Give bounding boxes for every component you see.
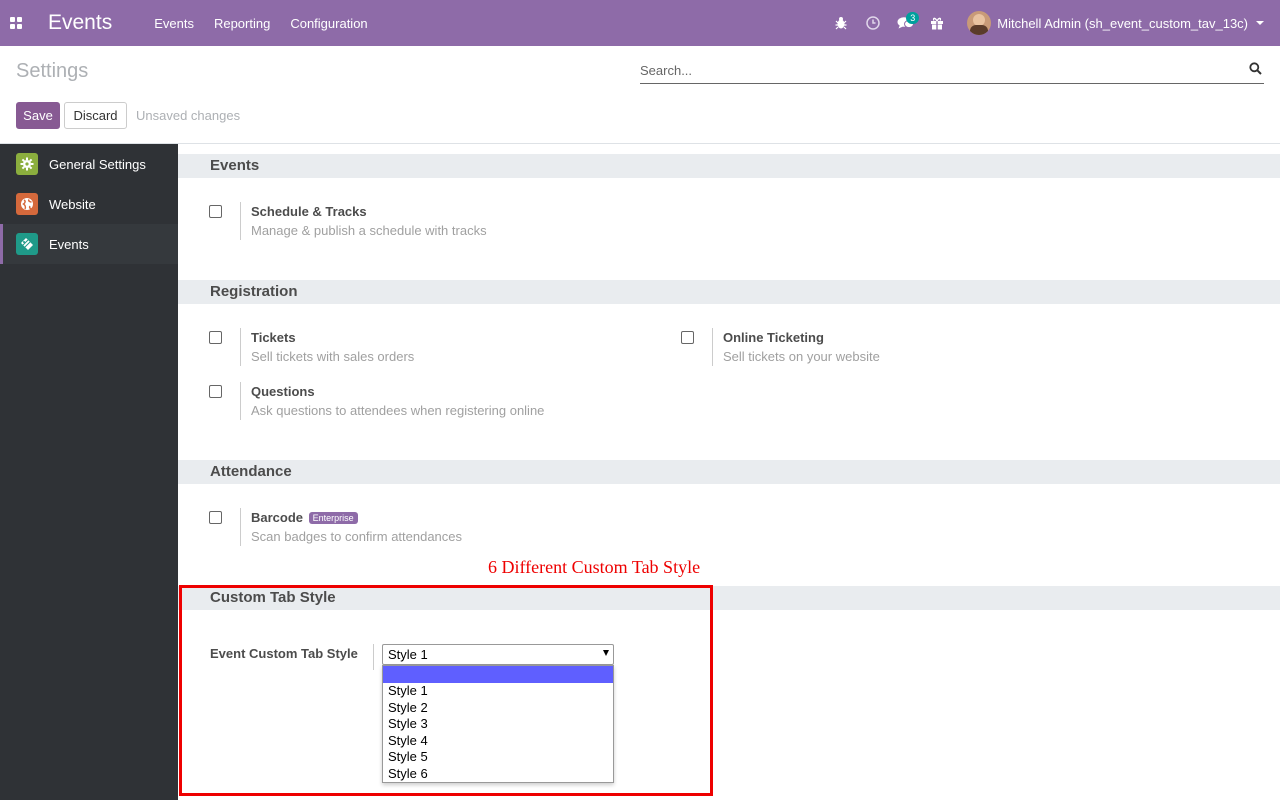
clock-icon[interactable]	[857, 0, 889, 46]
avatar	[967, 11, 992, 35]
barcode-desc: Scan badges to confirm attendances	[251, 529, 463, 544]
control-panel: Settings Search... Save Discard Unsaved …	[0, 46, 1280, 144]
questions-desc: Ask questions to attendees when register…	[251, 403, 545, 418]
menu-events[interactable]: Events	[144, 16, 204, 31]
enterprise-badge: Enterprise	[308, 512, 358, 524]
sidebar-item-website[interactable]: Website	[0, 184, 178, 224]
section-title-attendance: Attendance	[178, 460, 1280, 484]
bug-icon[interactable]	[825, 0, 857, 46]
online-ticketing-checkbox[interactable]	[681, 331, 694, 344]
save-button[interactable]: Save	[16, 102, 60, 129]
schedule-tracks-checkbox[interactable]	[209, 205, 222, 218]
questions-label: Questions	[251, 384, 315, 399]
schedule-tracks-desc: Manage & publish a schedule with tracks	[251, 223, 487, 238]
annotation-highlight-box	[179, 585, 713, 796]
sidebar-item-label: General Settings	[49, 156, 146, 172]
gear-icon	[16, 153, 38, 175]
sidebar-item-general-settings[interactable]: General Settings	[0, 144, 178, 184]
tickets-label: Tickets	[251, 330, 296, 345]
online-ticketing-desc: Sell tickets on your website	[723, 349, 880, 364]
barcode-label: Barcode	[251, 510, 304, 525]
user-name: Mitchell Admin (sh_event_custom_tav_13c)	[997, 15, 1248, 31]
section-title-events: Events	[178, 154, 1280, 178]
annotation-text: 6 Different Custom Tab Style	[488, 557, 701, 577]
divider	[240, 382, 241, 420]
menu-reporting[interactable]: Reporting	[204, 16, 280, 31]
divider	[712, 328, 713, 366]
search-placeholder: Search...	[640, 63, 693, 78]
globe-icon	[16, 193, 38, 215]
app-brand: Events	[48, 11, 113, 34]
messages-icon[interactable]: 3	[889, 0, 921, 46]
messages-count-badge: 3	[906, 12, 920, 24]
user-menu[interactable]: Mitchell Admin (sh_event_custom_tav_13c)	[967, 11, 1264, 35]
barcode-checkbox[interactable]	[209, 511, 222, 524]
menu-configuration[interactable]: Configuration	[280, 16, 377, 31]
schedule-tracks-label: Schedule & Tracks	[251, 204, 367, 219]
gift-icon[interactable]	[921, 0, 953, 46]
divider	[240, 508, 241, 546]
tickets-checkbox[interactable]	[209, 331, 222, 344]
settings-sidebar: General Settings Website Events	[0, 144, 178, 800]
sidebar-item-label: Events	[49, 236, 89, 252]
search-input[interactable]: Search...	[640, 58, 1264, 84]
unsaved-status: Unsaved changes	[136, 108, 241, 123]
section-title-registration: Registration	[178, 280, 1280, 304]
top-navbar: Events Events Reporting Configuration 3 …	[0, 0, 1280, 46]
chevron-down-icon	[1256, 21, 1264, 25]
page-title: Settings	[16, 60, 89, 82]
divider	[240, 202, 241, 240]
apps-menu-icon[interactable]	[0, 0, 32, 46]
divider	[240, 328, 241, 366]
discard-button[interactable]: Discard	[64, 102, 127, 129]
main-menu: Events Reporting Configuration	[144, 16, 377, 31]
search-icon[interactable]	[1249, 62, 1262, 78]
questions-checkbox[interactable]	[209, 385, 222, 398]
barcode-label-row: Barcode Enterprise	[251, 510, 358, 525]
sidebar-item-events[interactable]: Events	[0, 224, 178, 264]
tickets-desc: Sell tickets with sales orders	[251, 349, 415, 364]
online-ticketing-label: Online Ticketing	[723, 330, 824, 345]
sidebar-item-label: Website	[49, 196, 96, 212]
tag-icon	[16, 233, 38, 255]
